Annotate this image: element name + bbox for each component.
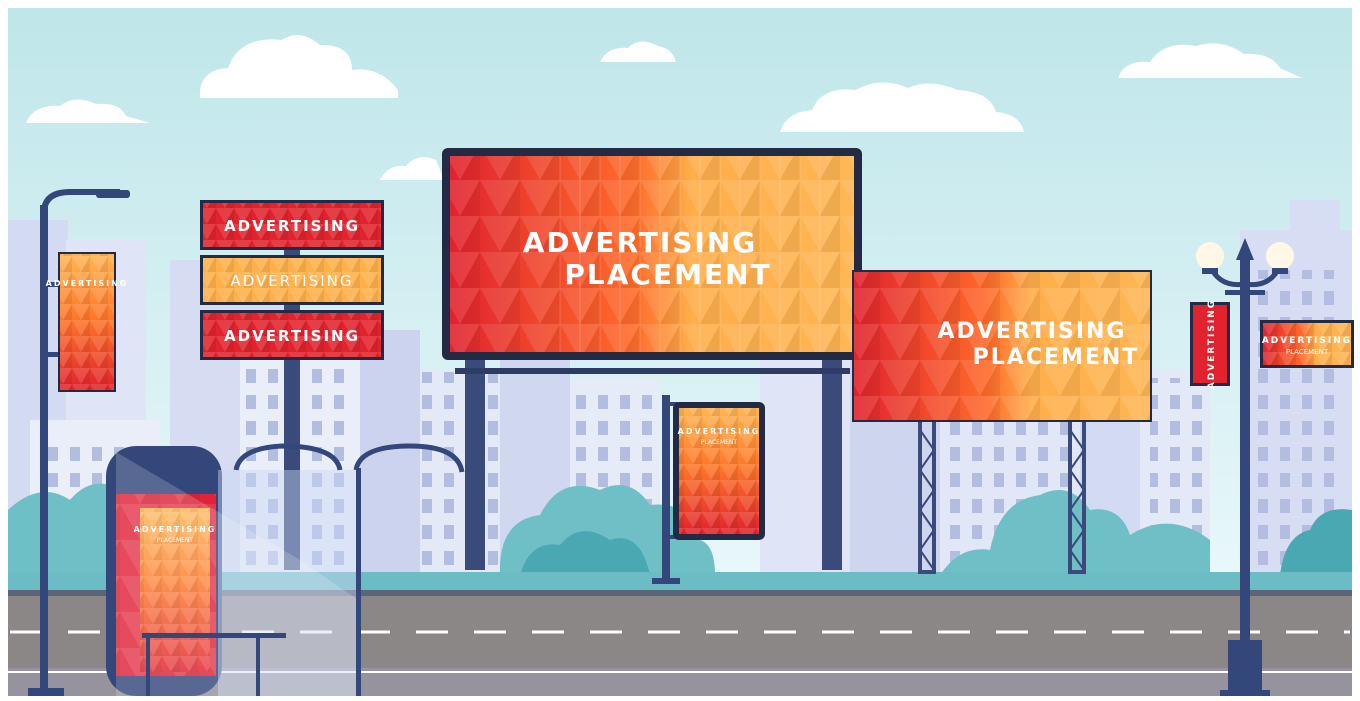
city-street-illustration: ADVERTISING PLACEMENT ADVERTISING PLACEM… <box>8 8 1354 696</box>
stack-bottom-label: ADVERTISING <box>224 327 360 345</box>
main-billboard-line1: ADVERTISING <box>523 226 758 259</box>
lamp-banner-left-label: ADVERTISING <box>46 279 129 288</box>
lamp-banner-right-vertical-label: ADVERTISING <box>1207 299 1217 389</box>
main-billboard-line2: PLACEMENT <box>564 258 771 291</box>
stack-top-label: ADVERTISING <box>224 217 360 235</box>
small-display-line2: PLACEMENT <box>701 439 738 446</box>
stack-middle-label: ADVERTISING <box>231 272 354 290</box>
right-billboard-line1: ADVERTISING <box>938 319 1127 344</box>
lamp-banner-right-line1: ADVERTISING <box>1262 336 1352 346</box>
lamp-banner-right-line2: PLACEMENT <box>1286 348 1329 356</box>
small-display-line1: ADVERTISING <box>678 427 761 436</box>
right-billboard-line2: PLACEMENT <box>973 345 1140 370</box>
